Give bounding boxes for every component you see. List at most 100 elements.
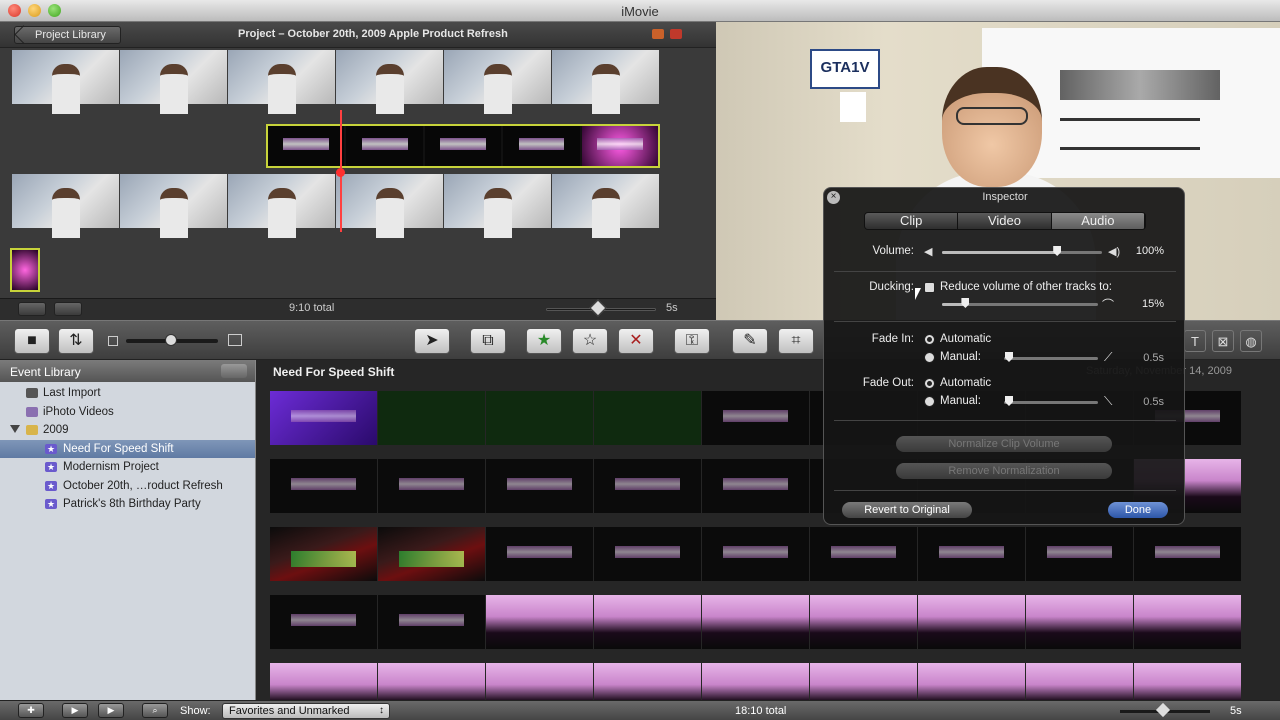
video-frame[interactable]: [120, 174, 227, 238]
clip-thumbnail[interactable]: [594, 663, 701, 700]
clip-thumbnail[interactable]: [1134, 595, 1241, 649]
camera-import-button[interactable]: ■: [14, 328, 50, 354]
clip-thumbnail[interactable]: [918, 527, 1025, 581]
video-frame[interactable]: [552, 50, 659, 114]
clip-thumbnail[interactable]: [702, 595, 809, 649]
tab-audio[interactable]: Audio: [1051, 213, 1145, 229]
clip-thumbnail[interactable]: [1026, 527, 1133, 581]
search-icon[interactable]: ⌕: [142, 703, 168, 718]
clip-thumbnail[interactable]: [702, 459, 809, 513]
clip-thumbnail[interactable]: [702, 663, 809, 700]
clip-thumbnail[interactable]: [378, 527, 485, 581]
disclosure-triangle-icon[interactable]: [10, 425, 20, 433]
video-frame[interactable]: [12, 174, 119, 238]
event-zoom-knob[interactable]: [1155, 702, 1171, 718]
ducking-checkbox[interactable]: [924, 282, 935, 293]
video-frame[interactable]: [228, 174, 335, 238]
mark-favorite-button[interactable]: ★: [526, 328, 562, 354]
clip-thumbnail[interactable]: [810, 595, 917, 649]
clip-thumbnail[interactable]: [918, 595, 1025, 649]
play-event-button[interactable]: ▶: [98, 703, 124, 718]
clip-thumbnail[interactable]: [486, 663, 593, 700]
ducking-knob[interactable]: [961, 298, 970, 308]
clip-thumbnail[interactable]: [810, 663, 917, 700]
add-selection-button[interactable]: ⧉: [470, 328, 506, 354]
event-clip-row[interactable]: [270, 527, 1241, 581]
play-full-screen-event-button[interactable]: ▶: [62, 703, 88, 718]
clip-thumbnail[interactable]: [378, 391, 485, 445]
video-frame[interactable]: [336, 50, 443, 114]
show-filter-select[interactable]: Favorites and Unmarked: [222, 703, 390, 719]
remove-normalization-button[interactable]: Remove Normalization: [896, 463, 1112, 479]
clip-thumbnail[interactable]: [486, 595, 593, 649]
event-item-last-import[interactable]: Last Import: [0, 384, 255, 403]
clip-thumbnail[interactable]: [486, 459, 593, 513]
fade-in-knob[interactable]: [1005, 352, 1013, 362]
clip-thumbnail[interactable]: [702, 527, 809, 581]
play-full-screen-button[interactable]: [18, 302, 46, 316]
video-frame[interactable]: [444, 50, 551, 114]
clip-thumbnail[interactable]: [1026, 663, 1133, 700]
event-item-birthday-party[interactable]: ★ Patrick's 8th Birthday Party: [0, 495, 255, 514]
playhead-marker[interactable]: [336, 168, 345, 177]
done-button[interactable]: Done: [1108, 502, 1168, 518]
project-clip-row-1[interactable]: [12, 50, 659, 114]
clip-thumbnail[interactable]: [270, 459, 377, 513]
clip-thumbnail[interactable]: [1134, 527, 1241, 581]
arrow-tool-button[interactable]: ➤: [414, 328, 450, 354]
transitions-icon[interactable]: ⊠: [1212, 330, 1234, 352]
unmark-button[interactable]: ☆: [572, 328, 608, 354]
crop-button[interactable]: ⌗: [778, 328, 814, 354]
video-frame[interactable]: [120, 50, 227, 114]
swap-panes-button[interactable]: ⇅: [58, 328, 94, 354]
event-item-2009[interactable]: 2009: [0, 421, 255, 440]
clip-thumbnail[interactable]: [1026, 595, 1133, 649]
video-frame[interactable]: [444, 174, 551, 238]
video-frame[interactable]: [346, 126, 423, 166]
project-clip-row-2[interactable]: [12, 174, 659, 238]
event-clip-row[interactable]: [270, 595, 1241, 649]
project-library-button[interactable]: Project Library: [14, 26, 121, 44]
project-audio-icons[interactable]: [652, 28, 696, 42]
clip-thumbnail[interactable]: [594, 391, 701, 445]
clip-thumbnail[interactable]: [594, 459, 701, 513]
cutaway-clip-selected[interactable]: [266, 124, 660, 168]
fade-out-knob[interactable]: [1005, 396, 1013, 406]
event-clip-row[interactable]: [270, 663, 1241, 700]
video-frame[interactable]: [268, 126, 345, 166]
music-icon[interactable]: [652, 29, 664, 39]
fade-in-automatic-radio[interactable]: [924, 334, 935, 345]
video-frame[interactable]: [12, 50, 119, 114]
clip-thumbnail[interactable]: [378, 595, 485, 649]
clip-thumbnail[interactable]: [378, 459, 485, 513]
clip-thumbnail[interactable]: [270, 391, 377, 445]
video-frame[interactable]: [336, 174, 443, 238]
volume-knob[interactable]: [1053, 246, 1062, 256]
fade-out-automatic-radio[interactable]: [924, 378, 935, 389]
fade-in-manual-radio[interactable]: [924, 352, 935, 363]
clip-thumbnail[interactable]: [486, 527, 593, 581]
video-frame[interactable]: [581, 126, 659, 166]
clip-thumbnail[interactable]: [594, 527, 701, 581]
map-icon[interactable]: ◍: [1240, 330, 1262, 352]
fade-in-slider[interactable]: [1004, 357, 1098, 360]
eject-button[interactable]: [221, 364, 247, 378]
fade-out-manual-radio[interactable]: [924, 396, 935, 407]
tab-video[interactable]: Video: [958, 213, 1052, 229]
video-frame[interactable]: [552, 174, 659, 238]
project-clip-thumbnail[interactable]: [10, 248, 40, 292]
clip-thumbnail[interactable]: [270, 527, 377, 581]
add-event-button[interactable]: ✚: [18, 703, 44, 718]
keyword-button[interactable]: ⚿: [674, 328, 710, 354]
event-item-iphoto-videos[interactable]: iPhoto Videos: [0, 403, 255, 422]
fade-out-slider[interactable]: [1004, 401, 1098, 404]
volume-slider[interactable]: [942, 251, 1102, 254]
video-frame[interactable]: [228, 50, 335, 114]
event-item-need-for-speed-shift[interactable]: ★ Need For Speed Shift: [0, 439, 255, 458]
clip-thumbnail[interactable]: [594, 595, 701, 649]
video-frame[interactable]: [503, 126, 580, 166]
play-project-button[interactable]: [54, 302, 82, 316]
title-icon[interactable]: T: [1184, 330, 1206, 352]
clip-thumbnail[interactable]: [270, 595, 377, 649]
clip-thumbnail[interactable]: [810, 527, 917, 581]
